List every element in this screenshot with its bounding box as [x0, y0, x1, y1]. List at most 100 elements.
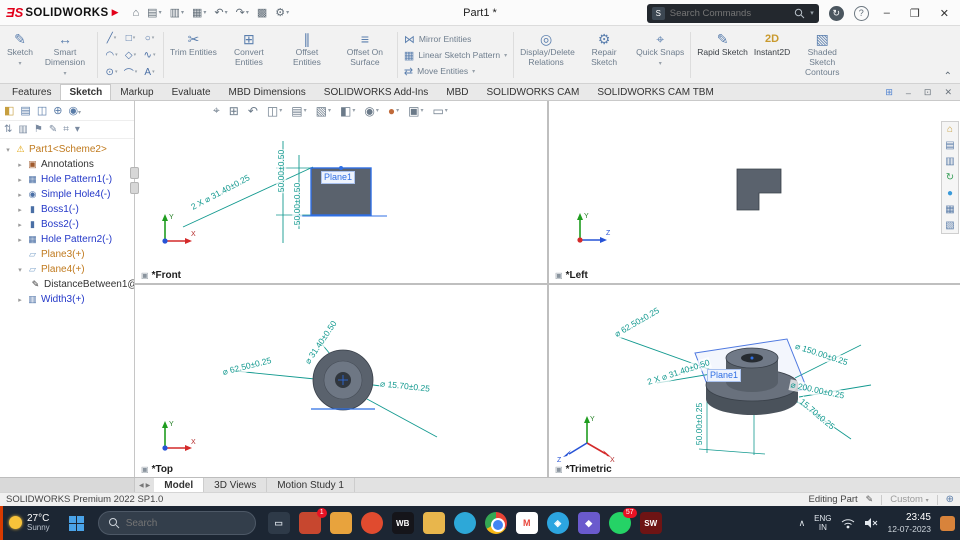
rebuild-button[interactable]: ▩: [253, 6, 271, 19]
dimension-label[interactable]: 50.00±0.25: [694, 401, 705, 447]
expand-icon[interactable]: ▸: [16, 296, 24, 304]
tab-mbd-dimensions[interactable]: MBD Dimensions: [220, 84, 315, 100]
tree-grid-icon[interactable]: ⌗: [63, 124, 69, 135]
custom-properties-icon[interactable]: ▦: [945, 204, 954, 215]
close-button[interactable]: ✕: [935, 7, 954, 20]
design-library-icon[interactable]: ▤: [945, 140, 954, 151]
tree-item-boss1[interactable]: ▸ ▮ Boss1(-): [0, 202, 134, 217]
tree-item-width3[interactable]: ▸ ▥ Width3(+): [0, 292, 134, 307]
viewport-left[interactable]: Y Z ▣ *Left: [549, 101, 960, 283]
line-tool-button[interactable]: ╱ ▾: [102, 30, 121, 47]
language-indicator[interactable]: ENG IN: [814, 514, 831, 532]
expand-icon[interactable]: ▸: [16, 191, 24, 199]
tree-item-plane4[interactable]: ▾ ▱ Plane4(+): [0, 262, 134, 277]
plane-label[interactable]: Plane1: [707, 369, 742, 382]
doc-minimize-icon[interactable]: –: [906, 88, 911, 98]
viewport-splitter-horizontal[interactable]: [135, 283, 960, 285]
viewport-top[interactable]: Y X ⌀ 62.50±0.25 ⌀ 31.40±0.50 ⌀ 15.70±0.…: [135, 285, 547, 477]
expand-icon[interactable]: ▾: [4, 146, 12, 154]
circle-tool-button[interactable]: ○ ▾: [140, 30, 159, 47]
redo-button[interactable]: ↷ ▾: [232, 6, 253, 19]
trim-entities-button[interactable]: ✂ Trim Entities: [167, 28, 220, 82]
displaymanager-tab-icon[interactable]: ◉▾: [68, 104, 81, 117]
fillet-tool-button[interactable]: ⌒ ▾: [121, 64, 140, 81]
tree-display-icon[interactable]: ▥: [18, 124, 27, 135]
ellipse-tool-button[interactable]: ⊙ ▾: [102, 64, 121, 81]
solidworks-app-icon[interactable]: SW: [639, 512, 662, 534]
home-tab-icon[interactable]: ⌂: [947, 124, 953, 135]
tab-evaluate[interactable]: Evaluate: [163, 84, 220, 100]
tree-item-hole-pattern1[interactable]: ▸ ▦ Hole Pattern1(-): [0, 172, 134, 187]
instant2d-button[interactable]: 2D Instant2D: [751, 28, 793, 82]
arc-tool-button[interactable]: ◠ ▾: [102, 47, 121, 64]
save-button[interactable]: ▥ ▾: [166, 6, 188, 19]
expand-icon[interactable]: ▾: [16, 266, 24, 274]
shaded-sketch-contours-button[interactable]: ▧ Shaded Sketch Contours: [793, 28, 851, 82]
viewport-splitter-vertical[interactable]: [547, 101, 549, 477]
viewport-front[interactable]: Y X 2 X ⌀ 31.40±0.25 50.00±0.50 50.00±0.…: [135, 101, 547, 283]
options-button[interactable]: ⚙ ▾: [271, 6, 293, 19]
minimize-button[interactable]: –: [879, 7, 895, 19]
propertymanager-tab-icon[interactable]: ▤: [20, 104, 30, 117]
tab-solidworks-addins[interactable]: SOLIDWORKS Add-Ins: [315, 84, 437, 100]
undo-button[interactable]: ↶ ▾: [210, 6, 231, 19]
section-view-icon[interactable]: ◫ ▾: [267, 104, 282, 118]
tree-item-simple-hole4[interactable]: ▸ ◉ Simple Hole4(-): [0, 187, 134, 202]
expand-icon[interactable]: ▸: [16, 206, 24, 214]
volume-muted-icon[interactable]: [864, 517, 879, 529]
linear-sketch-pattern-button[interactable]: ▦ Linear Sketch Pattern ▾: [404, 49, 507, 62]
spline-tool-button[interactable]: ∿ ▾: [140, 47, 159, 64]
tab-markup[interactable]: Markup: [111, 84, 162, 100]
dimension-leader[interactable]: [366, 398, 438, 438]
panel-splitter-handle[interactable]: [130, 167, 139, 197]
text-tool-button[interactable]: A ▾: [140, 64, 159, 81]
sketch-point[interactable]: [339, 166, 343, 170]
doc-window-icon[interactable]: ⊞: [885, 87, 893, 98]
file-explorer-icon[interactable]: ▥: [945, 156, 954, 167]
display-delete-relations-button[interactable]: ◎ Display/Delete Relations: [517, 28, 575, 82]
view-orientation-icon[interactable]: ▧ ▾: [316, 104, 331, 118]
configurationmanager-tab-icon[interactable]: ◫: [37, 104, 47, 117]
tree-item-distance-between1[interactable]: ✎ DistanceBetween1@: [0, 277, 134, 292]
whatsapp-app-icon[interactable]: 57: [608, 508, 637, 534]
appearances-icon[interactable]: ●: [947, 188, 953, 199]
browser-app-icon[interactable]: [360, 512, 383, 534]
tree-item-hole-pattern2[interactable]: ▸ ▦ Hole Pattern2(-): [0, 232, 134, 247]
tray-expand-icon[interactable]: ∧: [799, 518, 806, 529]
smart-dimension-button[interactable]: ↔ Smart Dimension ▾: [36, 28, 94, 82]
dimension-leader[interactable]: [234, 370, 316, 380]
convert-entities-button[interactable]: ⊞ Convert Entities: [220, 28, 278, 82]
action-center-icon[interactable]: [940, 515, 955, 531]
forum-icon[interactable]: ▧: [945, 220, 954, 231]
tab-features[interactable]: Features: [3, 84, 60, 100]
viewport-trimetric[interactable]: Y X Z ⌀ 62.50±0.25 2 X ⌀ 31.40±0.50 ⌀ 15…: [549, 285, 960, 477]
taskbar-search-input[interactable]: [125, 517, 246, 529]
globe-icon[interactable]: ⊕: [946, 494, 954, 505]
tree-item-part-root[interactable]: ▾ ⚠ Part1<Scheme2>: [0, 142, 134, 157]
previous-view-icon[interactable]: ↶: [248, 104, 258, 118]
notifications-app-icon[interactable]: 1: [298, 508, 327, 534]
zoom-to-fit-icon[interactable]: ⌖: [213, 103, 220, 118]
apply-scene-icon[interactable]: ▣ ▾: [408, 104, 423, 118]
tree-item-boss2[interactable]: ▸ ▮ Boss2(-): [0, 217, 134, 232]
doc-restore-icon[interactable]: ⊡: [924, 87, 932, 98]
clock[interactable]: 23:45 12-07-2023: [888, 512, 931, 534]
discord-app-icon[interactable]: ◆: [577, 512, 600, 534]
featuremanager-tab-icon[interactable]: ◧: [4, 104, 14, 117]
mirror-entities-button[interactable]: ⋈ Mirror Entities: [404, 33, 507, 46]
dimxpert-tab-icon[interactable]: ⊕: [53, 104, 62, 117]
move-entities-button[interactable]: ⇄ Move Entities ▾: [404, 65, 507, 78]
expand-icon[interactable]: ▸: [16, 236, 24, 244]
command-search-input[interactable]: [669, 7, 790, 19]
weather-widget[interactable]: 27°C Sunny: [3, 513, 60, 533]
tab-sketch[interactable]: Sketch: [60, 84, 112, 100]
ribbon-collapse-button[interactable]: ⌃: [944, 71, 952, 82]
rapid-sketch-button[interactable]: ✎ Rapid Sketch: [694, 28, 751, 82]
hide-show-items-icon[interactable]: ◉ ▾: [364, 104, 379, 118]
doc-tab-3d-views[interactable]: 3D Views: [204, 478, 268, 492]
tree-item-plane3[interactable]: ▱ Plane3(+): [0, 247, 134, 262]
tree-pin-icon[interactable]: ⚑: [34, 124, 43, 135]
rectangle-tool-button[interactable]: □ ▾: [121, 30, 140, 47]
expand-icon[interactable]: ▸: [16, 176, 24, 184]
display-style-icon[interactable]: ◧ ▾: [340, 104, 355, 118]
